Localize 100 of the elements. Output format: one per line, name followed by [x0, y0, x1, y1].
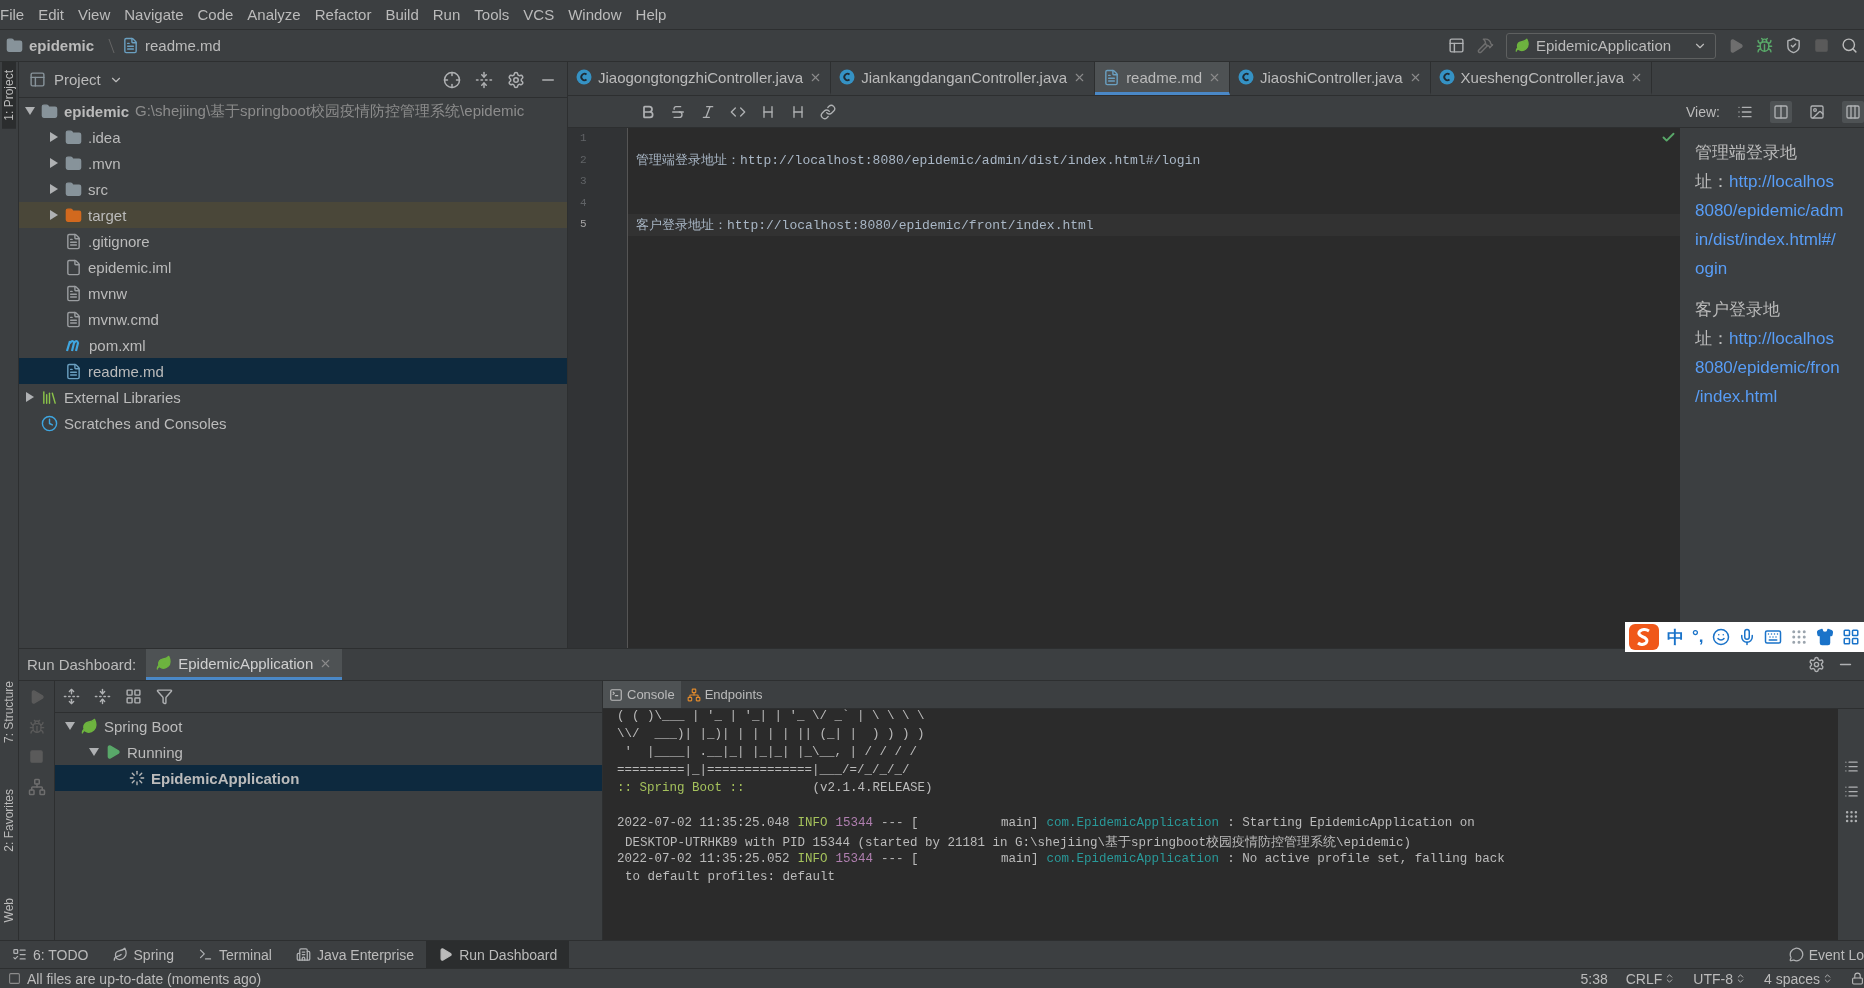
preview-link[interactable]: http://localhos	[1729, 171, 1834, 192]
tree-item[interactable]: .idea	[19, 124, 567, 150]
menu-item[interactable]: Help	[628, 6, 674, 23]
menu-item[interactable]: Navigate	[117, 6, 191, 23]
tool-window-button[interactable]: Spring	[100, 941, 186, 968]
menu-item[interactable]: VCS	[516, 6, 562, 23]
cursor-position[interactable]: 5:38	[1580, 970, 1608, 987]
collapsed-arrow-icon[interactable]	[49, 210, 59, 220]
tool-window-button[interactable]: Run Dashboard	[426, 941, 570, 968]
tree-item[interactable]: target	[19, 202, 567, 228]
editor-tab[interactable]: readme.md	[1095, 62, 1230, 95]
tree-item[interactable]: Scratches and Consoles	[19, 410, 567, 436]
collapsed-arrow-icon[interactable]	[49, 132, 59, 142]
tree-item[interactable]: Running	[55, 739, 602, 765]
tool-window-button[interactable]: 6: TODO	[0, 941, 101, 968]
expanded-arrow-icon[interactable]	[89, 747, 99, 757]
collapsed-arrow-icon[interactable]	[49, 184, 59, 194]
collapse-icon[interactable]	[475, 70, 493, 89]
collapsed-arrow-icon[interactable]	[25, 392, 35, 402]
link-icon[interactable]	[820, 103, 836, 120]
menu-item[interactable]: Refactor	[307, 6, 379, 23]
libraries-icon	[41, 388, 58, 406]
preview-link[interactable]: ogin	[1695, 258, 1728, 279]
preview-link[interactable]: 8080/epidemic/adm	[1695, 200, 1844, 221]
log-level: INFO	[797, 852, 828, 868]
expanded-arrow-icon[interactable]	[25, 106, 35, 116]
preview-link[interactable]: /index.html	[1695, 386, 1778, 407]
event-log-button[interactable]: Event Lo	[1808, 946, 1864, 963]
menu-item[interactable]: Window	[561, 6, 629, 23]
tree-item[interactable]: EpidemicApplication	[55, 765, 602, 791]
tree-item[interactable]: src	[19, 176, 567, 202]
banner-text: (v2.1.4.RELEASE)	[811, 781, 933, 797]
run-configuration-dropdown[interactable]: EpidemicApplication	[1506, 32, 1716, 59]
tree-item[interactable]: epidemic G:\shejiing\基于springboot校园疫情防控管理系统\epidemic	[19, 98, 567, 124]
shirt-icon[interactable]	[1815, 628, 1834, 646]
preview-link[interactable]: in/dist/index.html#/	[1695, 229, 1836, 250]
grid-icon[interactable]	[1841, 628, 1860, 646]
collapse-all-icon[interactable]	[94, 688, 111, 705]
tree-item[interactable]: .gitignore	[19, 228, 567, 254]
expanded-arrow-icon[interactable]	[65, 721, 75, 731]
image-icon[interactable]	[1809, 103, 1825, 120]
status-item[interactable]: UTF-8	[1693, 970, 1746, 987]
markdown-file-icon	[1103, 68, 1121, 86]
punctuation-mode[interactable]: °,	[1692, 627, 1704, 647]
bold-icon[interactable]	[640, 103, 656, 120]
filter-icon[interactable]	[156, 688, 173, 705]
keyboard-icon[interactable]	[1763, 628, 1782, 646]
group-icon[interactable]	[125, 688, 142, 705]
log-message: : No active profile set, falling back	[1227, 852, 1505, 868]
settings-icon[interactable]	[507, 70, 525, 89]
file-icon	[65, 310, 82, 328]
tree-item[interactable]: pom.xml	[19, 332, 567, 358]
run-tab[interactable]: EpidemicApplication	[146, 649, 343, 680]
preview-link[interactable]: http://localhos	[1729, 328, 1834, 349]
preview-link[interactable]: 8080/epidemic/fron	[1695, 357, 1840, 378]
search-icon[interactable]	[1841, 37, 1858, 54]
italic-icon[interactable]	[700, 103, 716, 120]
menu-item[interactable]: Build	[378, 6, 426, 23]
banner-text: ' |____| .__|_| |_|_| |_\__, | / / / /	[623, 745, 918, 761]
heading-icon[interactable]	[790, 103, 806, 120]
tool-window-button[interactable]: Java Enterprise	[283, 941, 427, 968]
tree-item[interactable]: mvnw	[19, 280, 567, 306]
tool-window-button[interactable]: Terminal	[186, 941, 284, 968]
smile-icon[interactable]	[1711, 628, 1730, 646]
split-view-icon[interactable]	[1773, 103, 1789, 120]
status-item[interactable]: CRLF	[1625, 970, 1676, 987]
expand-all-icon[interactable]	[63, 688, 80, 705]
window-icon[interactable]	[1448, 37, 1465, 54]
menu-item[interactable]: File	[0, 6, 32, 23]
heading-icon[interactable]	[760, 103, 776, 120]
breadcrumb-item[interactable]: readme.md	[145, 37, 221, 54]
tool-window-tab[interactable]: Web	[2, 889, 16, 930]
breadcrumb-item[interactable]: epidemic	[29, 37, 95, 54]
tree-item[interactable]: epidemic.iml	[19, 254, 567, 280]
tool-window-tab[interactable]: 1: Project	[2, 62, 16, 129]
debug-icon[interactable]	[1756, 37, 1773, 54]
menu-item[interactable]: View	[71, 6, 118, 23]
tree-item[interactable]: Spring Boot	[55, 713, 602, 739]
menu-item[interactable]: Edit	[31, 6, 72, 23]
preview-text: 管理端登录地	[1695, 142, 1797, 164]
tool-window-tab[interactable]: 7: Structure	[2, 672, 16, 751]
collapsed-arrow-icon[interactable]	[49, 158, 59, 168]
console-tab[interactable]: Console	[603, 681, 681, 708]
status-item[interactable]: 4 spaces	[1763, 970, 1833, 987]
tool-window-tab[interactable]: 2: Favorites	[2, 780, 16, 860]
crosshair-icon[interactable]	[443, 70, 461, 89]
tree-item[interactable]: readme.md	[19, 358, 567, 384]
menu-item[interactable]: Code	[190, 6, 241, 23]
menu-item[interactable]: Analyze	[240, 6, 308, 23]
tree-item[interactable]: .mvn	[19, 150, 567, 176]
strikethrough-icon[interactable]	[670, 103, 686, 120]
console-tab[interactable]: Endpoints	[680, 681, 769, 708]
panel-title[interactable]: Project	[54, 71, 101, 88]
input-mode[interactable]: 中	[1667, 625, 1684, 649]
tree-item[interactable]: External Libraries	[19, 384, 567, 410]
tree-item[interactable]: mvnw.cmd	[19, 306, 567, 332]
settings-icon[interactable]	[1808, 656, 1825, 673]
coverage-icon[interactable]	[1785, 37, 1802, 54]
menu-item[interactable]: Run	[425, 6, 468, 23]
menu-item[interactable]: Tools	[467, 6, 517, 23]
